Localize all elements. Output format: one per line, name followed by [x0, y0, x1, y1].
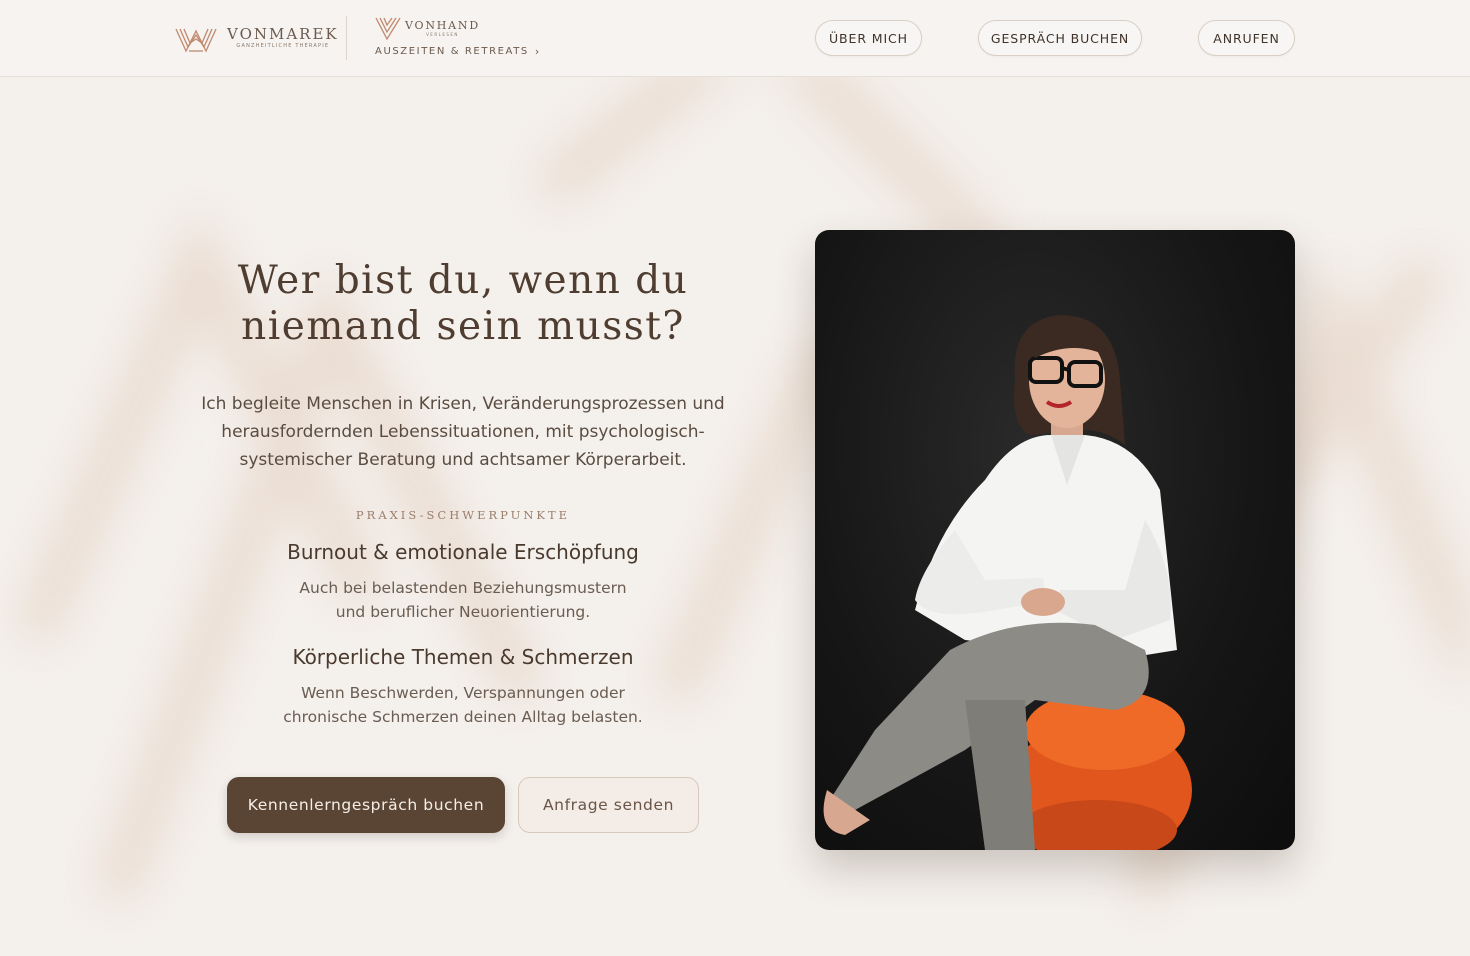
send-request-button[interactable]: Anfrage senden	[518, 777, 699, 833]
focus-text-burnout-line-2: und beruflicher Neuorientierung.	[335, 603, 591, 621]
focus-text-burnout-line-1: Auch bei belastenden Beziehungsmustern	[299, 579, 627, 597]
hero-title-line-2: niemand sein musst?	[241, 304, 685, 349]
focus-text-body-line-2: chronische Schmerzen deinen Alltag belas…	[283, 708, 643, 726]
focus-text-body: Wenn Beschwerden, Verspannungen oder chr…	[190, 681, 736, 729]
hero-lead-line-2: herausfordernden Lebenssituationen, mit …	[221, 422, 705, 442]
focus-title-burnout: Burnout & emotionale Erschöpfung	[287, 540, 639, 564]
vonmarek-logo-icon	[175, 28, 217, 53]
focus-text-burnout: Auch bei belastenden Beziehungsmustern u…	[190, 576, 736, 624]
nav-button-book[interactable]: GESPRÄCH BUCHEN	[978, 20, 1142, 56]
hero-lead-line-1: Ich begleite Menschen in Krisen, Verände…	[201, 394, 725, 414]
focus-text-body-line-1: Wenn Beschwerden, Verspannungen oder	[301, 684, 625, 702]
hero-lead: Ich begleite Menschen in Krisen, Verände…	[190, 390, 736, 474]
brand-name: VONMAREK	[227, 25, 339, 43]
nav-button-about[interactable]: ÜBER MICH	[815, 20, 922, 56]
hero-lead-line-3: systemischer Beratung und achtsamer Körp…	[239, 450, 687, 470]
brand-tagline: GANZHEITLICHE THERAPIE	[236, 43, 330, 49]
book-intro-call-button[interactable]: Kennenlerngespräch buchen	[227, 777, 505, 833]
retreats-link-label: AUSZEITEN & RETREATS	[375, 46, 529, 57]
vonhand-logo-icon	[375, 17, 401, 40]
nav-button-call[interactable]: ANRUFEN	[1198, 20, 1295, 56]
site-header: VONMAREK GANZHEITLICHE THERAPIE VONHAND …	[0, 0, 1470, 77]
secondary-brand-name: VONHAND	[405, 18, 480, 32]
brand-logo-vonmarek[interactable]: VONMAREK GANZHEITLICHE THERAPIE	[175, 22, 339, 54]
hero-title-line-1: Wer bist du, wenn du	[237, 258, 689, 303]
logo-divider	[346, 16, 347, 60]
chevron-right-icon: ›	[534, 45, 541, 58]
portrait-illustration	[823, 315, 1192, 850]
portrait-photo	[815, 230, 1295, 850]
secondary-brand-tagline: VERLESEN	[426, 31, 459, 37]
focus-title-body: Körperliche Themen & Schmerzen	[292, 645, 634, 669]
retreats-link[interactable]: AUSZEITEN & RETREATS ›	[375, 45, 541, 58]
brand-logo-vonhand[interactable]: VONHAND VERLESEN AUSZEITEN & RETREATS ›	[375, 16, 541, 58]
hero-title: Wer bist du, wenn du niemand sein musst?	[190, 258, 736, 350]
focus-eyebrow: PRAXIS-SCHWERPUNKTE	[355, 508, 571, 522]
